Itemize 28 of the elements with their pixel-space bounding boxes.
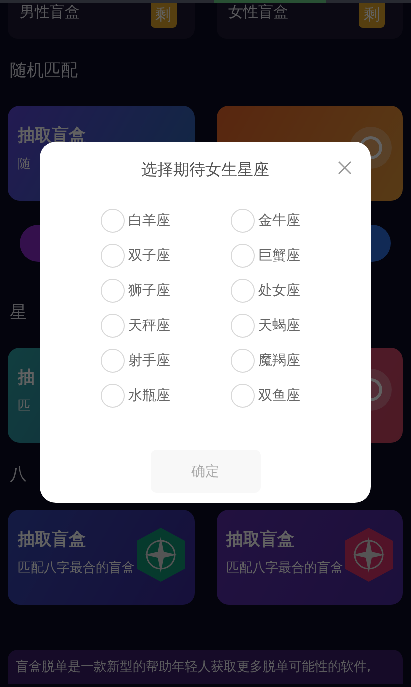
zodiac-label: 魔羯座 [258,352,300,370]
zodiac-label: 双鱼座 [258,387,300,405]
zodiac-label: 天秤座 [128,317,170,335]
zodiac-label: 狮子座 [128,282,170,300]
section-title: 八 [10,464,27,486]
card-title: 抽 [18,367,35,389]
remaining-badge: 剩 [150,3,176,28]
card-subtitle: 匹配八字最合的盲盒 [226,560,344,577]
card-title: 抽取盲盒 [226,529,296,551]
section-title: 星 [10,302,27,324]
zodiac-label: 射手座 [128,352,170,370]
section-title: 随机匹配 [10,60,78,82]
zodiac-label: 巨蟹座 [258,247,300,265]
dialog-title: 选择期待女生星座 [142,160,270,181]
zodiac-label: 天蝎座 [258,317,300,335]
card-title: 男性盲盒 [20,3,80,21]
card-title: 抽取盲盒 [18,529,87,551]
card-title: 女性盲盒 [228,3,288,21]
zodiac-label: 白羊座 [128,212,170,230]
zodiac-label: 双子座 [128,247,170,265]
zodiac-label: 水瓶座 [128,387,170,405]
card-subtitle: 匹 [18,398,31,415]
remaining-badge: 剩 [359,3,385,28]
zodiac-label: 金牛座 [258,212,300,230]
zodiac-label: 处女座 [258,282,300,300]
description-text: 盲盒脱单是一款新型的帮助年轻人获取更多脱单可能性的软件, [8,650,403,684]
card-subtitle: 匹配八字最合的盲盒 [18,560,135,577]
card-subtitle: 随 [18,156,31,173]
